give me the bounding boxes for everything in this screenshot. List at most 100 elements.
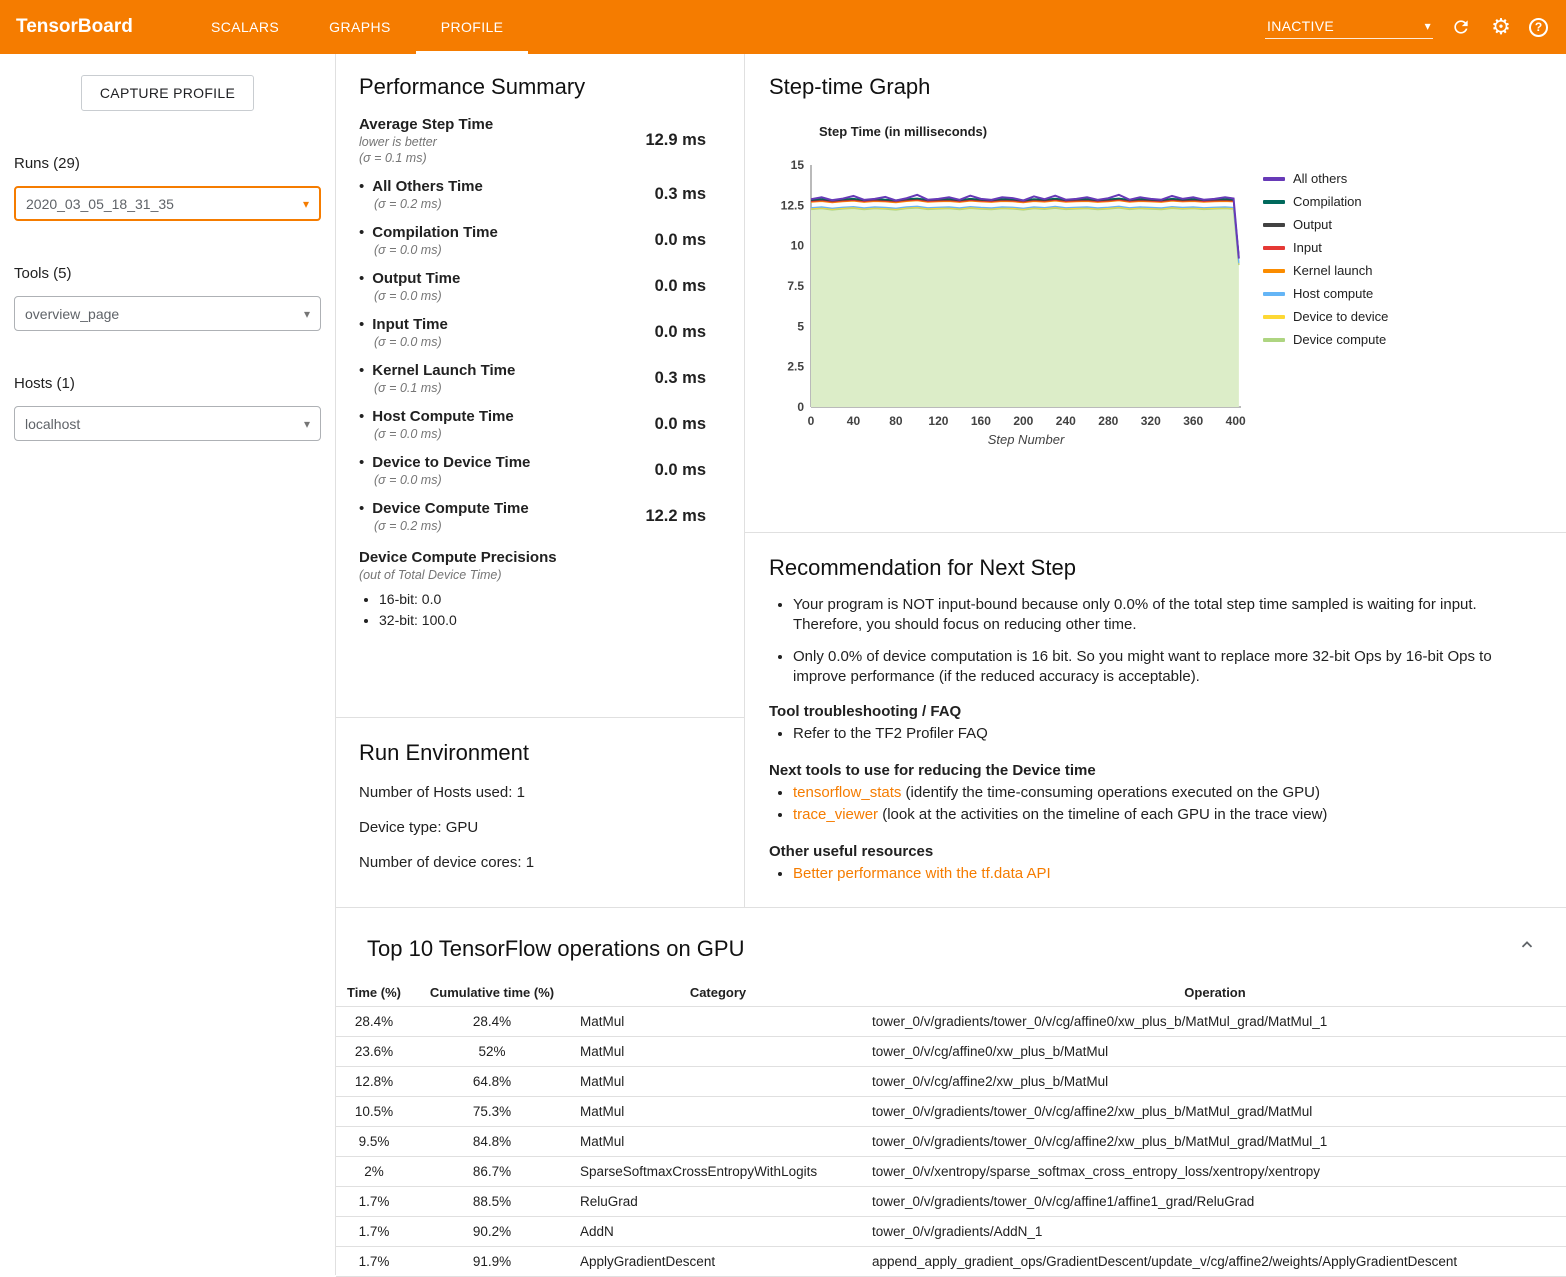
- metric-row: Input Time (σ = 0.0 ms) 0.0 ms: [359, 316, 706, 349]
- metric-sigma: (σ = 0.0 ms): [374, 335, 448, 349]
- recommendation-title: Recommendation for Next Step: [769, 555, 1542, 581]
- recommendation-item: Only 0.0% of device computation is 16 bi…: [793, 647, 1542, 688]
- cell-cumulative: 28.4%: [412, 1007, 572, 1037]
- cell-category: MatMul: [572, 1067, 864, 1097]
- nav-tabs: SCALARS GRAPHS PROFILE: [186, 0, 528, 54]
- chevron-down-icon: ▾: [304, 418, 310, 430]
- svg-text:80: 80: [889, 414, 903, 428]
- tensorflow-stats-link[interactable]: tensorflow_stats: [793, 784, 901, 801]
- metric-label: Host Compute Time: [359, 408, 514, 425]
- cell-operation: tower_0/v/gradients/AddN_1: [864, 1217, 1566, 1247]
- gear-icon[interactable]: ⚙: [1489, 15, 1513, 39]
- run-env-line: Number of Hosts used: 1: [359, 784, 721, 801]
- svg-text:5: 5: [797, 319, 804, 333]
- col-header-category: Category: [572, 979, 864, 1007]
- tab-scalars[interactable]: SCALARS: [186, 0, 304, 54]
- trace-viewer-link[interactable]: trace_viewer: [793, 806, 878, 823]
- legend-swatch: [1263, 200, 1285, 204]
- refresh-icon[interactable]: [1449, 15, 1473, 39]
- capture-profile-button[interactable]: CAPTURE PROFILE: [81, 75, 254, 111]
- col-header-operation: Operation: [864, 979, 1566, 1007]
- metric-row: Host Compute Time (σ = 0.0 ms) 0.0 ms: [359, 408, 706, 441]
- help-icon[interactable]: ?: [1529, 18, 1548, 37]
- table-row: 2%86.7%SparseSoftmaxCrossEntropyWithLogi…: [336, 1157, 1566, 1187]
- right-column: Step-time Graph Step Time (in millisecon…: [745, 54, 1566, 907]
- metric-label: Output Time: [359, 270, 460, 287]
- table-row: 12.8%64.8%MatMultower_0/v/cg/affine2/xw_…: [336, 1067, 1566, 1097]
- legend-label: Input: [1293, 240, 1322, 255]
- cell-operation: append_apply_gradient_ops/GradientDescen…: [864, 1247, 1566, 1277]
- legend-label: Device to device: [1293, 309, 1388, 324]
- legend-swatch: [1263, 338, 1285, 342]
- top10-title: Top 10 TensorFlow operations on GPU: [367, 936, 1566, 962]
- cell-operation: tower_0/v/xentropy/sparse_softmax_cross_…: [864, 1157, 1566, 1187]
- run-env-line: Device type: GPU: [359, 819, 721, 836]
- header-actions: INACTIVE ▾ ⚙ ?: [1265, 0, 1566, 54]
- cell-time: 2%: [336, 1157, 412, 1187]
- tab-graphs[interactable]: GRAPHS: [304, 0, 416, 54]
- tab-profile[interactable]: PROFILE: [416, 0, 529, 54]
- legend-swatch: [1263, 223, 1285, 227]
- svg-text:200: 200: [1013, 414, 1033, 428]
- precisions-label: Device Compute Precisions: [359, 549, 706, 566]
- cell-time: 12.8%: [336, 1067, 412, 1097]
- svg-text:0: 0: [808, 414, 815, 428]
- precisions-note: (out of Total Device Time): [359, 568, 706, 582]
- cell-operation: tower_0/v/gradients/tower_0/v/cg/affine0…: [864, 1007, 1566, 1037]
- svg-text:320: 320: [1141, 414, 1161, 428]
- status-dropdown[interactable]: INACTIVE ▾: [1265, 16, 1433, 39]
- legend-item: Host compute: [1263, 286, 1388, 301]
- tfdata-performance-link[interactable]: Better performance with the tf.data API: [793, 865, 1051, 882]
- svg-text:40: 40: [847, 414, 861, 428]
- metric-label: All Others Time: [359, 178, 483, 195]
- metric-value: 12.2 ms: [645, 507, 706, 526]
- cell-cumulative: 75.3%: [412, 1097, 572, 1127]
- legend-swatch: [1263, 269, 1285, 273]
- legend-label: Device compute: [1293, 332, 1386, 347]
- cell-category: MatMul: [572, 1007, 864, 1037]
- run-env-line: Number of device cores: 1: [359, 854, 721, 871]
- next-tools-list: tensorflow_stats (identify the time-cons…: [793, 782, 1542, 827]
- top10-section: Top 10 TensorFlow operations on GPU Time…: [336, 908, 1566, 1277]
- resource-item: Better performance with the tf.data API: [793, 863, 1542, 886]
- cell-time: 1.7%: [336, 1217, 412, 1247]
- legend-item: Device compute: [1263, 332, 1388, 347]
- col-header-cumulative: Cumulative time (%): [412, 979, 572, 1007]
- cell-category: MatMul: [572, 1127, 864, 1157]
- status-dropdown-value: INACTIVE: [1267, 18, 1334, 34]
- faq-heading: Tool troubleshooting / FAQ: [769, 703, 1542, 720]
- legend-item: Device to device: [1263, 309, 1388, 324]
- metric-row: Device to Device Time (σ = 0.0 ms) 0.0 m…: [359, 454, 706, 487]
- table-row: 28.4%28.4%MatMultower_0/v/gradients/towe…: [336, 1007, 1566, 1037]
- legend-item: Output: [1263, 217, 1388, 232]
- table-row: 9.5%84.8%MatMultower_0/v/gradients/tower…: [336, 1127, 1566, 1157]
- precisions-list: 16-bit: 0.0 32-bit: 100.0: [379, 589, 706, 631]
- table-row: 10.5%75.3%MatMultower_0/v/gradients/towe…: [336, 1097, 1566, 1127]
- hosts-dropdown[interactable]: localhost ▾: [14, 406, 321, 441]
- tool-item: tensorflow_stats (identify the time-cons…: [793, 782, 1542, 805]
- metric-note: lower is better: [359, 135, 493, 149]
- tools-dropdown[interactable]: overview_page ▾: [14, 296, 321, 331]
- faq-list: Refer to the TF2 Profiler FAQ: [793, 723, 1542, 746]
- run-environment-section: Run Environment Number of Hosts used: 1 …: [336, 718, 744, 893]
- collapse-icon[interactable]: [1518, 936, 1536, 957]
- legend-swatch: [1263, 292, 1285, 296]
- chevron-down-icon: ▾: [304, 308, 310, 320]
- metric-value: 0.0 ms: [655, 277, 706, 296]
- chart-title: Step Time (in milliseconds): [819, 124, 1542, 139]
- runs-dropdown[interactable]: 2020_03_05_18_31_35 ▾: [14, 186, 321, 221]
- cell-cumulative: 91.9%: [412, 1247, 572, 1277]
- metric-row: Kernel Launch Time (σ = 0.1 ms) 0.3 ms: [359, 362, 706, 395]
- top10-table: Time (%) Cumulative time (%) Category Op…: [336, 979, 1566, 1277]
- tools-label: Tools (5): [14, 265, 321, 282]
- hosts-label: Hosts (1): [14, 375, 321, 392]
- recommendation-item: Your program is NOT input-bound because …: [793, 595, 1542, 636]
- step-time-graph-section: Step-time Graph Step Time (in millisecon…: [745, 54, 1566, 533]
- cell-time: 28.4%: [336, 1007, 412, 1037]
- metric-row: All Others Time (σ = 0.2 ms) 0.3 ms: [359, 178, 706, 211]
- metric-label: Average Step Time: [359, 116, 493, 133]
- legend-item: Kernel launch: [1263, 263, 1388, 278]
- svg-text:400: 400: [1226, 414, 1246, 428]
- app-title: TensorBoard: [0, 0, 186, 54]
- metric-sigma: (σ = 0.0 ms): [374, 473, 530, 487]
